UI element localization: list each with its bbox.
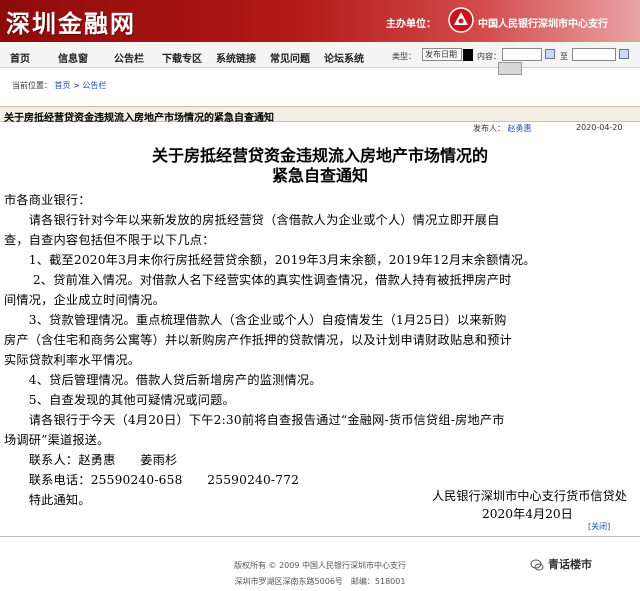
nav-item-download[interactable]: 下载专区 — [162, 50, 202, 65]
body-line: 特此通知。 — [4, 493, 91, 507]
nav-item-links[interactable]: 系统链接 — [216, 50, 256, 65]
type-label: 类型： — [392, 52, 416, 61]
wechat-icon — [530, 559, 544, 571]
body-line: 场调研”渠道报送。 — [4, 433, 110, 447]
to-label: 至 — [560, 52, 568, 61]
end-date-input[interactable] — [572, 48, 616, 61]
article-heading-line2: 紧急自查通知 — [271, 166, 368, 185]
body-line: 间情况，企业成立时间情况。 — [4, 293, 166, 307]
search-button[interactable] — [498, 62, 522, 75]
body-line: 联系电话：25590240-658 25590240-772 — [4, 473, 300, 487]
calendar-icon[interactable] — [619, 49, 629, 59]
bank-name: 中国人民银行深圳市中心支行 — [478, 19, 608, 30]
footer-divider — [0, 536, 640, 537]
type-select[interactable]: 发布日期 — [422, 48, 462, 61]
body-line: 请各银行于今天（4月20日）下午2:30前将自查报告通过“金融网-货币信贷组-房… — [4, 413, 505, 427]
breadcrumb-prefix: 当前位置： — [12, 81, 52, 90]
article-date: 2020-04-20 — [576, 123, 623, 132]
body-line: 查，自查内容包括但不限于以下几点： — [4, 233, 215, 247]
site-banner: 深圳金融网 主办单位： 中国人民银行深圳市中心支行 — [0, 0, 640, 42]
body-line: 房产（含住宅和商务公寓等）并以新购房产作抵押的贷款情况，以及计划申请财政贴息和预… — [4, 333, 512, 347]
body-line: 联系人：赵勇惠 姜雨杉 — [4, 453, 178, 467]
article-title-bar: 关于房抵经营贷资金违规流入房地产市场情况的紧急自查通知 — [0, 106, 640, 124]
breadcrumb-section[interactable]: 公告栏 — [82, 81, 106, 90]
nav-item-info[interactable]: 信息窗 — [58, 50, 88, 65]
author-link[interactable]: 赵勇惠 — [508, 124, 532, 133]
article-author: 发布人： 赵勇惠 — [473, 124, 532, 133]
sponsor-label: 主办单位： — [386, 19, 436, 30]
footer-address: 深圳市罗湖区深南东路5006号 邮编：518001 — [234, 577, 406, 586]
body-line: 3、贷款管理情况。重点梳理借款人（含企业或个人）自疫情发生（1月25日）以来新购 — [4, 313, 507, 327]
nav-item-home[interactable]: 首页 — [10, 50, 30, 65]
content-label: 内容： — [477, 52, 501, 61]
body-line: 市各商业银行： — [4, 193, 91, 207]
body-line: 4、贷后管理情况。借款人贷后新增房产的监测情况。 — [4, 373, 322, 387]
body-line: 实际贷款利率水平情况。 — [4, 353, 141, 367]
signature: 人民银行深圳市中心支行货币信贷处 — [432, 489, 627, 503]
body-line: 1、截至2020年3月末你行房抵经营贷余额，2019年3月末余额，2019年12… — [4, 253, 536, 267]
calendar-icon[interactable] — [545, 49, 555, 59]
main-nav: 首页 信息窗 公告栏 下载专区 系统链接 常见问题 论坛系统 类型： 发布日期 … — [0, 42, 640, 68]
site-logo[interactable]: 深圳金融网 — [6, 4, 136, 39]
breadcrumb: 当前位置： 首页 > 公告栏 — [12, 81, 107, 90]
select-arrow-icon[interactable] — [463, 49, 473, 61]
breadcrumb-home[interactable]: 首页 — [55, 81, 71, 90]
nav-item-notice[interactable]: 公告栏 — [114, 50, 144, 65]
bank-emblem-icon — [448, 7, 474, 33]
wechat-watermark: 青话楼市 — [530, 556, 592, 572]
close-link[interactable]: [关闭] — [588, 521, 610, 532]
watermark-text: 青话楼市 — [548, 558, 592, 571]
body-line: 5、自查发现的其他可疑情况或问题。 — [4, 393, 235, 407]
nav-item-forum[interactable]: 论坛系统 — [324, 50, 364, 65]
start-date-input[interactable] — [502, 48, 542, 61]
nav-item-faq[interactable]: 常见问题 — [270, 50, 310, 65]
article-bar-title: 关于房抵经营贷资金违规流入房地产市场情况的紧急自查通知 — [4, 113, 274, 124]
body-line: 请各银行针对今年以来新发放的房抵经营贷（含借款人为企业或个人）情况立即开展自 — [4, 213, 500, 227]
sign-date: 2020年4月20日 — [482, 507, 573, 521]
body-line: 2、贷前准入情况。对借款人名下经营实体的真实性调查情况，借款人持有被抵押房产时 — [4, 273, 512, 287]
